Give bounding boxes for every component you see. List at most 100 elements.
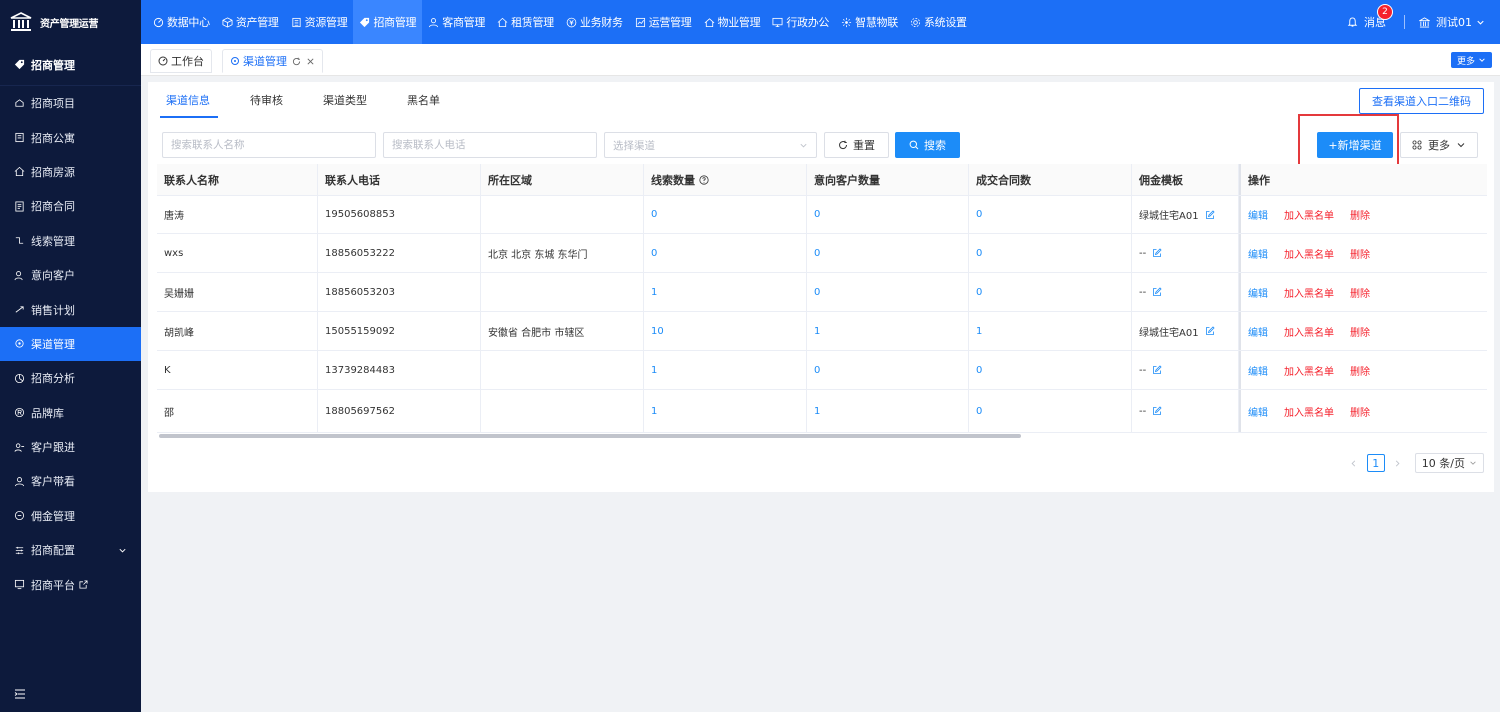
page-size-select[interactable]: 10 条/页 — [1414, 453, 1484, 473]
tab-workbench[interactable]: 工作台 — [150, 49, 212, 73]
intent-count-link[interactable]: 0 — [814, 365, 820, 376]
sidebar-item[interactable]: 招商分析 — [0, 361, 141, 395]
leads-count-link[interactable]: 1 — [651, 406, 657, 417]
delete-link[interactable]: 删除 — [1350, 324, 1370, 339]
more-actions-button[interactable]: 更多 — [1400, 132, 1478, 158]
app-logo[interactable]: 资产管理运营 — [0, 0, 141, 44]
subtab-channel-type[interactable]: 渠道类型 — [323, 82, 367, 118]
nav-item[interactable]: 资产管理 — [216, 0, 285, 44]
nav-item[interactable]: 运营管理 — [629, 0, 698, 44]
sidebar-item[interactable]: 渠道管理 — [0, 326, 141, 362]
delete-link[interactable]: 删除 — [1350, 285, 1370, 300]
leads-count-link[interactable]: 0 — [651, 209, 657, 220]
subtab-blacklist[interactable]: 黑名单 — [407, 82, 440, 118]
deal-count-link[interactable]: 0 — [976, 209, 982, 220]
contact-name-search-input[interactable] — [162, 132, 376, 158]
nav-item[interactable]: 业务财务 — [560, 0, 629, 44]
nav-item[interactable]: 系统设置 — [904, 0, 973, 44]
help-icon[interactable] — [699, 174, 709, 185]
subtab-channel-info[interactable]: 渠道信息 — [160, 82, 218, 118]
edit-link[interactable]: 编辑 — [1248, 207, 1268, 222]
refresh-icon[interactable] — [292, 57, 301, 66]
add-to-blacklist-link[interactable]: 加入黑名单 — [1284, 363, 1334, 378]
edit-link[interactable]: 编辑 — [1248, 246, 1268, 261]
nav-item[interactable]: 数据中心 — [147, 0, 216, 44]
intent-count-link[interactable]: 0 — [814, 209, 820, 220]
sub-tabs: 渠道信息 待审核 渠道类型 黑名单 — [148, 82, 462, 118]
sidebar-item[interactable]: 品牌库 — [0, 396, 141, 430]
close-icon[interactable] — [306, 57, 315, 66]
deal-count-link[interactable]: 1 — [976, 326, 982, 337]
sidebar-item[interactable]: 意向客户 — [0, 258, 141, 292]
reset-button[interactable]: 重置 — [824, 132, 889, 158]
nav-item[interactable]: 行政办公 — [766, 0, 835, 44]
sidebar-item[interactable]: 线索管理 — [0, 224, 141, 258]
view-qr-code-button[interactable]: 查看渠道入口二维码 — [1359, 88, 1484, 114]
delete-link[interactable]: 删除 — [1350, 363, 1370, 378]
prev-page-button[interactable] — [1345, 454, 1363, 472]
edit-icon[interactable] — [1205, 209, 1215, 220]
delete-link[interactable]: 删除 — [1350, 246, 1370, 261]
sidebar-item[interactable]: 招商项目 — [0, 86, 141, 120]
gear-icon — [910, 17, 920, 27]
sidebar-item[interactable]: 招商合同 — [0, 189, 141, 223]
deal-count-link[interactable]: 0 — [976, 406, 982, 417]
subtab-pending-review[interactable]: 待审核 — [250, 82, 283, 118]
page-number[interactable]: 1 — [1366, 454, 1385, 472]
sidebar-item[interactable]: 招商平台 — [0, 567, 141, 601]
add-to-blacklist-link[interactable]: 加入黑名单 — [1284, 207, 1334, 222]
intent-count-link[interactable]: 0 — [814, 287, 820, 298]
delete-link[interactable]: 删除 — [1350, 207, 1370, 222]
nav-item[interactable]: 租赁管理 — [491, 0, 560, 44]
sidebar-item[interactable]: 客户跟进 — [0, 430, 141, 464]
add-to-blacklist-link[interactable]: 加入黑名单 — [1284, 246, 1334, 261]
nav-item[interactable]: 客商管理 — [422, 0, 491, 44]
next-page-button[interactable] — [1389, 454, 1407, 472]
edit-icon[interactable] — [1152, 248, 1162, 258]
intent-count-link[interactable]: 1 — [814, 326, 820, 337]
leads-count-link[interactable]: 0 — [651, 248, 657, 259]
edit-icon[interactable] — [1152, 406, 1162, 416]
nav-item[interactable]: 招商管理 — [353, 0, 423, 44]
highlight-box — [1298, 114, 1399, 171]
edit-link[interactable]: 编辑 — [1248, 285, 1268, 300]
leads-count-link[interactable]: 1 — [651, 365, 657, 376]
collapse-menu-icon[interactable] — [14, 688, 26, 700]
sidebar-item[interactable]: 招商配置 — [0, 533, 141, 567]
edit-link[interactable]: 编辑 — [1248, 404, 1268, 419]
sidebar-item[interactable]: 招商公寓 — [0, 120, 141, 154]
add-to-blacklist-link[interactable]: 加入黑名单 — [1284, 324, 1334, 339]
nav-item[interactable]: 物业管理 — [698, 0, 767, 44]
cell-intent-count: 0 — [807, 351, 969, 389]
edit-link[interactable]: 编辑 — [1248, 324, 1268, 339]
edit-link[interactable]: 编辑 — [1248, 363, 1268, 378]
messages-button[interactable]: 消息 2 — [1347, 4, 1393, 30]
nav-item[interactable]: 智慧物联 — [835, 0, 904, 44]
channel-select[interactable]: 选择渠道 — [604, 132, 817, 158]
intent-count-link[interactable]: 0 — [814, 248, 820, 259]
user-menu[interactable]: 测试01 — [1419, 14, 1486, 30]
contact-phone-search-input[interactable] — [383, 132, 597, 158]
tabs-more-button[interactable]: 更多 — [1450, 52, 1492, 68]
sidebar-item[interactable]: 佣金管理 — [0, 499, 141, 533]
deal-count-link[interactable]: 0 — [976, 248, 982, 259]
edit-icon[interactable] — [1152, 365, 1162, 375]
search-button[interactable]: 搜索 — [895, 132, 960, 158]
horizontal-scrollbar[interactable] — [159, 434, 1021, 438]
tab-channel-management[interactable]: 渠道管理 — [222, 49, 323, 73]
edit-icon[interactable] — [1152, 287, 1162, 297]
sidebar-item[interactable]: 招商房源 — [0, 155, 141, 189]
leads-count-link[interactable]: 10 — [651, 326, 664, 337]
sidebar-item[interactable]: 客户带看 — [0, 464, 141, 498]
deal-count-link[interactable]: 0 — [976, 287, 982, 298]
cell-commission-template: 绿城住宅A01 — [1132, 196, 1239, 233]
edit-icon[interactable] — [1205, 326, 1215, 336]
sidebar-item[interactable]: 销售计划 — [0, 292, 141, 326]
nav-item[interactable]: 资源管理 — [285, 0, 354, 44]
leads-count-link[interactable]: 1 — [651, 287, 657, 298]
add-to-blacklist-link[interactable]: 加入黑名单 — [1284, 404, 1334, 419]
delete-link[interactable]: 删除 — [1350, 404, 1370, 419]
deal-count-link[interactable]: 0 — [976, 365, 982, 376]
add-to-blacklist-link[interactable]: 加入黑名单 — [1284, 285, 1334, 300]
intent-count-link[interactable]: 1 — [814, 406, 820, 417]
